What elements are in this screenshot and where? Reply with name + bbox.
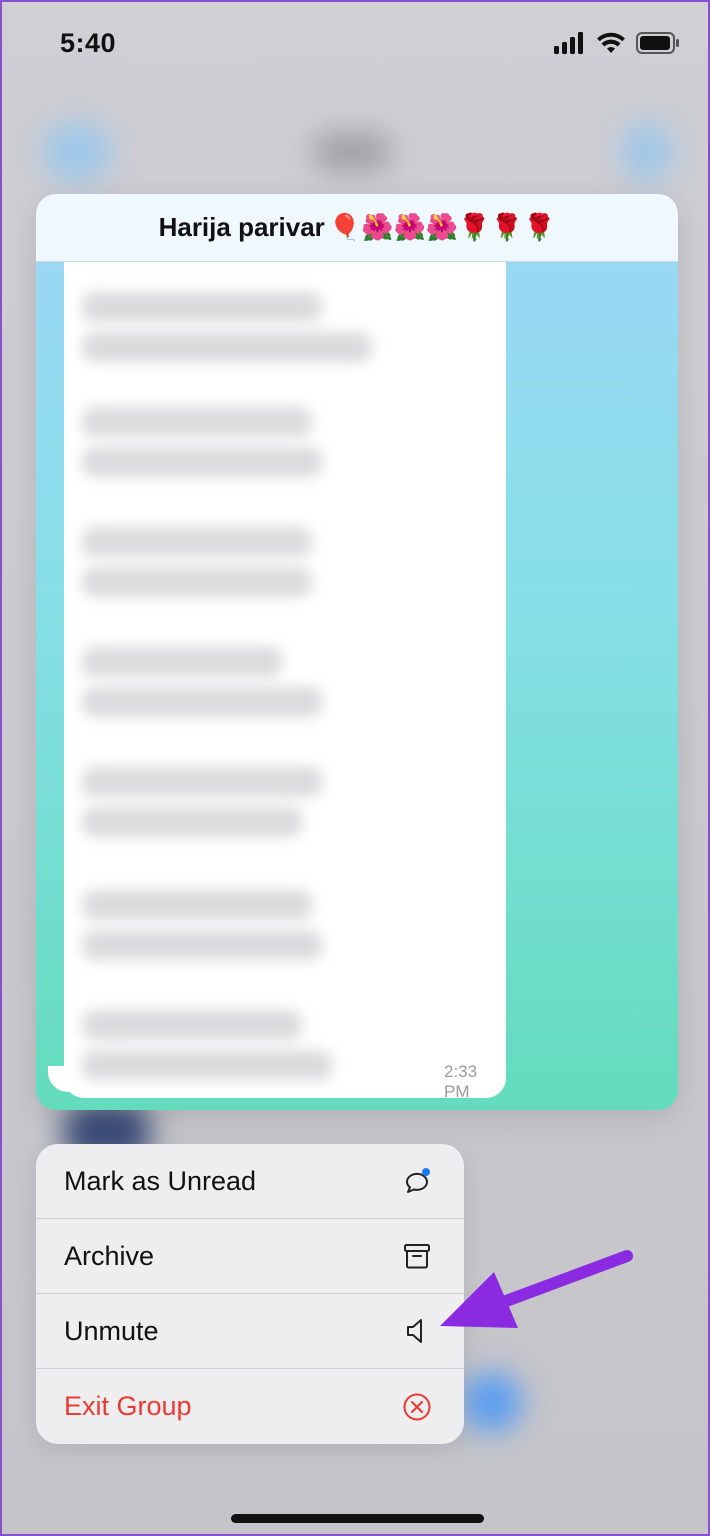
- menu-item-label: Archive: [64, 1240, 155, 1271]
- annotation-arrow-icon: [440, 1250, 633, 1328]
- menu-item-unmute[interactable]: Unmute: [36, 1294, 464, 1369]
- status-icons: [554, 32, 680, 59]
- blurred-text: [82, 292, 322, 322]
- wifi-icon: [596, 32, 626, 59]
- background-blur: [462, 1372, 522, 1432]
- blurred-text: [82, 930, 322, 960]
- chat-title: Harija parivar: [158, 212, 325, 242]
- background-blur: [42, 122, 112, 182]
- blurred-text: [82, 407, 312, 437]
- menu-item-exit-group[interactable]: Exit Group: [36, 1369, 464, 1444]
- chat-preview[interactable]: Harija parivar 🎈🌺🌺🌺🌹🌹🌹 2:33 PM: [36, 194, 678, 1110]
- context-menu: Mark as Unread Archive Unmute Exit Group: [36, 1144, 464, 1444]
- battery-icon: [636, 32, 680, 59]
- blurred-text: [82, 647, 282, 677]
- menu-item-mark-unread[interactable]: Mark as Unread: [36, 1144, 464, 1219]
- blurred-text: [82, 332, 372, 362]
- speaker-icon: [402, 1316, 432, 1346]
- background-blur: [622, 122, 672, 182]
- signal-icon: [554, 32, 586, 59]
- status-bar: 5:40: [2, 2, 708, 92]
- unread-bubble-icon: [402, 1166, 432, 1196]
- menu-item-label: Mark as Unread: [64, 1165, 257, 1196]
- chat-preview-header: Harija parivar 🎈🌺🌺🌺🌹🌹🌹: [36, 194, 678, 262]
- circle-x-icon: [402, 1392, 432, 1422]
- menu-item-archive[interactable]: Archive: [36, 1219, 464, 1294]
- chat-title-emoji: 🎈🌺🌺🌺🌹🌹🌹: [328, 212, 556, 242]
- message-bubble[interactable]: 2:33 PM: [64, 262, 506, 1101]
- home-indicator[interactable]: [231, 1514, 484, 1523]
- background-blur: [312, 132, 392, 172]
- menu-item-label: Exit Group: [64, 1391, 192, 1421]
- status-time: 5:40: [60, 28, 117, 58]
- blurred-text: [82, 687, 322, 717]
- screen: 5:40 Harija parivar 🎈🌺🌺🌺🌹🌹🌹 2:33 PM Mark…: [0, 0, 710, 1536]
- blurred-text: [82, 447, 322, 477]
- blurred-text: [82, 527, 312, 557]
- blurred-text: [82, 767, 322, 797]
- message-timestamp: 2:33 PM: [444, 1062, 478, 1101]
- blurred-text: [82, 1050, 332, 1080]
- blurred-text: [82, 567, 312, 597]
- archive-box-icon: [402, 1241, 432, 1271]
- blurred-text: [82, 807, 302, 837]
- blurred-text: [82, 1010, 302, 1040]
- menu-item-label: Unmute: [64, 1315, 159, 1346]
- blurred-text: [82, 890, 312, 920]
